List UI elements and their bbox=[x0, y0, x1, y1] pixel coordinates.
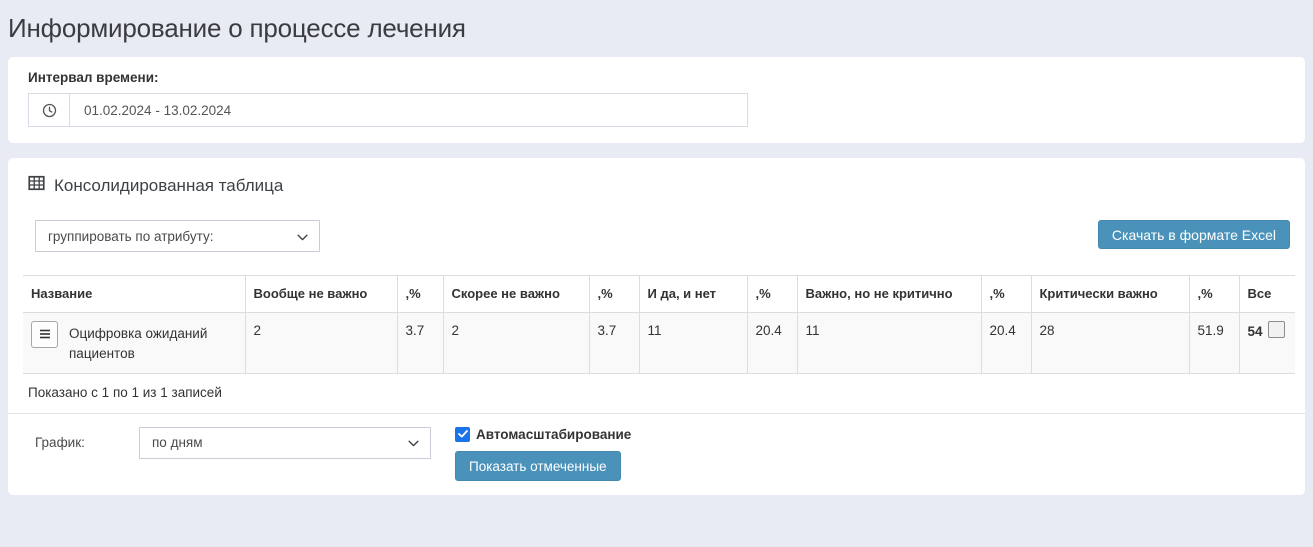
controls-row: группировать по атрибуту: Скачать в форм… bbox=[23, 220, 1290, 252]
col-header-name: Название bbox=[23, 276, 245, 313]
page-title: Информирование о процессе лечения bbox=[8, 13, 1305, 44]
chart-controls: График: по дням bbox=[8, 413, 1305, 495]
autoscale-option[interactable]: Автомасштабирование bbox=[455, 427, 631, 442]
cell-value: 2 bbox=[443, 313, 589, 374]
col-header-critically-important: Критически важно bbox=[1031, 276, 1189, 313]
consolidated-table-panel: Консолидированная таблица группировать п… bbox=[8, 158, 1305, 495]
date-range-input[interactable]: 01.02.2024 - 13.02.2024 bbox=[28, 93, 748, 127]
cell-value: 3.7 bbox=[397, 313, 443, 374]
cell-value: 3.7 bbox=[589, 313, 639, 374]
col-header-not-important: Вообще не важно bbox=[245, 276, 397, 313]
col-header-pct-4: ,% bbox=[981, 276, 1031, 313]
table-icon bbox=[28, 175, 45, 196]
date-range-value: 01.02.2024 - 13.02.2024 bbox=[70, 94, 747, 126]
page: Информирование о процессе лечения Интерв… bbox=[0, 13, 1313, 495]
section-title: Консолидированная таблица bbox=[54, 176, 283, 196]
autoscale-label: Автомасштабирование bbox=[476, 427, 631, 442]
download-excel-button[interactable]: Скачать в формате Excel bbox=[1098, 220, 1290, 249]
row-name: Оцифровка ожиданий пациентов bbox=[69, 321, 237, 365]
menu-icon bbox=[39, 325, 51, 345]
table-header-row: Название Вообще не важно ,% Скорее не ва… bbox=[23, 276, 1295, 313]
group-by-select[interactable]: группировать по атрибуту: bbox=[35, 220, 320, 252]
col-header-pct-3: ,% bbox=[747, 276, 797, 313]
cell-value: 51.9 bbox=[1189, 313, 1239, 374]
cell-value: 20.4 bbox=[747, 313, 797, 374]
col-header-rather-not-important: Скорее не важно bbox=[443, 276, 589, 313]
cell-value: 11 bbox=[639, 313, 747, 374]
row-menu-button[interactable] bbox=[31, 321, 58, 348]
cell-value: 28 bbox=[1031, 313, 1189, 374]
check-icon bbox=[458, 425, 468, 443]
cell-value: 11 bbox=[797, 313, 981, 374]
chevron-down-icon bbox=[408, 435, 419, 450]
show-selected-button[interactable]: Показать отмеченные bbox=[455, 451, 621, 481]
interval-panel: Интервал времени: 01.02.2024 - 13.02.202… bbox=[8, 57, 1305, 143]
interval-label: Интервал времени: bbox=[28, 70, 1285, 85]
row-total: 54 bbox=[1248, 321, 1263, 342]
group-by-select-value: группировать по атрибуту: bbox=[48, 229, 213, 244]
cell-value: 2 bbox=[245, 313, 397, 374]
chart-period-select-value: по дням bbox=[152, 435, 203, 450]
section-header: Консолидированная таблица bbox=[28, 175, 1290, 196]
chart-period-select[interactable]: по дням bbox=[139, 427, 431, 459]
clock-icon bbox=[29, 94, 70, 126]
row-select-checkbox[interactable] bbox=[1268, 321, 1285, 338]
col-header-pct-5: ,% bbox=[1189, 276, 1239, 313]
chart-label: График: bbox=[35, 427, 139, 450]
cell-value: 20.4 bbox=[981, 313, 1031, 374]
col-header-pct-2: ,% bbox=[589, 276, 639, 313]
col-header-pct-1: ,% bbox=[397, 276, 443, 313]
col-header-yes-and-no: И да, и нет bbox=[639, 276, 747, 313]
col-header-important-not-critical: Важно, но не критично bbox=[797, 276, 981, 313]
pagination-info: Показано с 1 по 1 из 1 записей bbox=[23, 374, 1290, 413]
table-row: Оцифровка ожиданий пациентов 2 3.7 2 3.7… bbox=[23, 313, 1295, 374]
col-header-all: Все bbox=[1239, 276, 1295, 313]
autoscale-checkbox[interactable] bbox=[455, 427, 470, 442]
consolidated-table: Название Вообще не важно ,% Скорее не ва… bbox=[23, 275, 1295, 374]
chevron-down-icon bbox=[297, 229, 308, 244]
